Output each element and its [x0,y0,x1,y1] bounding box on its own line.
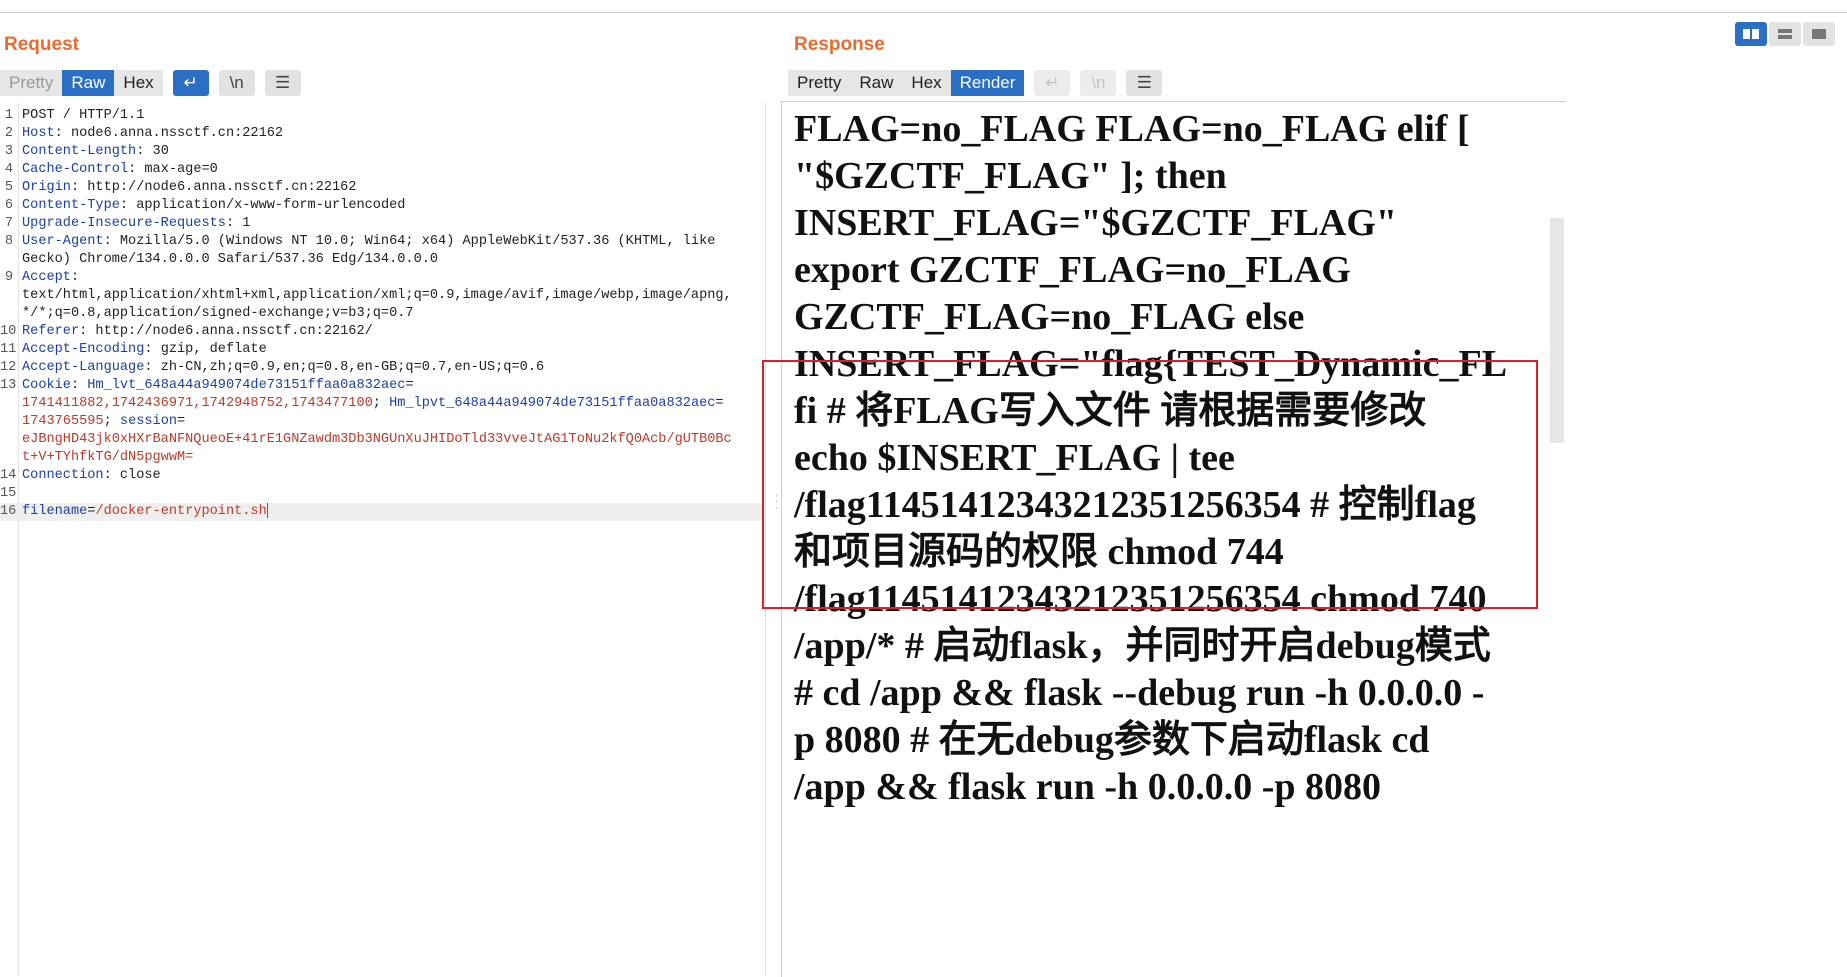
annotation-highlight-box [762,360,1538,609]
line-number: 7 [4,216,13,231]
line-content: */*;q=0.8,application/signed-exchange;v=… [22,306,414,321]
request-line: 1743765595; session= [0,413,763,431]
line-content: Gecko) Chrome/134.0.0.0 Safari/537.36 Ed… [22,252,439,267]
request-line: eJBngHD43jk0xHXrBaNFNQueoE+41rE1GNZawdm3… [0,431,763,449]
line-content: POST / HTTP/1.1 [22,108,145,123]
line-content: Cache-Control: max-age=0 [22,162,218,177]
line-number: 11 [0,342,17,357]
request-line: 10 Referer: http://node6.anna.nssctf.cn:2… [0,323,763,341]
line-content: User-Agent: Mozilla/5.0 (Windows NT 10.0… [22,234,716,249]
line-content: Accept-Language: zh-CN,zh;q=0.9,en;q=0.8… [22,360,545,375]
line-number: 8 [4,234,13,249]
request-line: 4 Cache-Control: max-age=0 [0,161,763,179]
response-toolbar: Pretty Raw Hex Render ↵ \n ☰ [788,70,1163,96]
single-pane-layout-icon[interactable] [1803,22,1835,46]
line-number: 13 [0,378,17,393]
request-tab-pretty[interactable]: Pretty [0,70,63,96]
rendered-line: p 8080 # 在无debug参数下启动flask cd [794,719,1430,761]
rendered-line: # cd /app && flask --debug run -h 0.0.0.… [794,672,1485,714]
request-editor[interactable]: 1 POST / HTTP/1.1 2 Host: node6.anna.nssctf… [0,103,766,976]
rendered-line: INSERT_FLAG="$GZCTF_FLAG" [794,202,1398,244]
top-divider [0,12,1847,13]
response-title: Response [794,34,885,55]
line-content: Upgrade-Insecure-Requests: 1 [22,216,251,231]
line-content: Content-Type: application/x-www-form-url… [22,198,406,213]
request-line: 14 Connection: close [0,467,763,485]
line-content: Accept: [22,270,80,285]
response-tab-render[interactable]: Render [950,70,1025,96]
request-line: 1 POST / HTTP/1.1 [0,107,763,125]
request-line: 2 Host: node6.anna.nssctf.cn:22162 [0,125,763,143]
request-line: 12 Accept-Language: zh-CN,zh;q=0.9,en;q=0… [0,359,763,377]
line-content: Referer: http://node6.anna.nssctf.cn:221… [22,324,373,339]
line-number: 5 [4,180,13,195]
request-line: t+V+TYhfkTG/dN5pgwwM= [0,449,763,467]
split-vertical-layout-icon[interactable] [1735,22,1767,46]
response-tab-pretty[interactable]: Pretty [788,70,851,96]
line-content: Cookie: Hm_lvt_648a44a949074de73151ffaa0… [22,378,414,393]
rendered-line: FLAG=no_FLAG FLAG=no_FLAG elif [ [794,108,1470,150]
rendered-line: GZCTF_FLAG=no_FLAG else [794,296,1305,338]
response-wrap-lines-icon[interactable]: ↵ [1034,70,1071,96]
line-number: 10 [0,324,17,339]
line-content: 1743765595; session= [22,414,186,429]
request-line: 6 Content-Type: application/x-www-form-ur… [0,197,763,215]
line-content: Content-Length: 30 [22,144,169,159]
response-tab-raw[interactable]: Raw [850,70,903,96]
line-number: 12 [0,360,17,375]
line-content: 1741411882,1742436971,1742948752,1743477… [22,396,724,411]
request-toolbar: Pretty Raw Hex ↵ \n ☰ [0,70,301,96]
line-content: Origin: http://node6.anna.nssctf.cn:2216… [22,180,357,195]
request-line: 3 Content-Length: 30 [0,143,763,161]
line-number: 3 [4,144,13,159]
line-number: 15 [0,486,17,501]
rendered-line: /app/* # 启动flask，并同时开启debug模式 [794,625,1491,667]
line-number: 1 [4,108,13,123]
request-line: 16 filename=/docker-entrypoint.sh [0,503,763,521]
rendered-line: /app && flask run -h 0.0.0.0 -p 8080 [794,766,1381,808]
line-number: 9 [4,270,13,285]
split-horizontal-layout-icon[interactable] [1769,22,1801,46]
line-number: 14 [0,468,17,483]
request-line: 8 User-Agent: Mozilla/5.0 (Windows NT 10.… [0,233,763,251]
request-line: */*;q=0.8,application/signed-exchange;v=… [0,305,763,323]
response-show-newlines-button[interactable]: \n [1080,70,1117,96]
request-menu-icon[interactable]: ☰ [264,70,301,96]
line-content: filename=/docker-entrypoint.sh [22,503,268,520]
request-wrap-lines-icon[interactable]: ↵ [172,70,209,96]
line-number: 6 [4,198,13,213]
line-content: t+V+TYhfkTG/dN5pgwwM= [22,450,194,465]
request-tab-raw[interactable]: Raw [62,70,115,96]
rendered-line: "$GZCTF_FLAG" ]; then [794,155,1227,197]
line-content: Accept-Encoding: gzip, deflate [22,342,267,357]
line-number: 2 [4,126,13,141]
request-show-newlines-button[interactable]: \n [218,70,255,96]
request-line: 15 [0,485,763,503]
response-tab-hex[interactable]: Hex [902,70,951,96]
request-title: Request [4,34,79,55]
line-content: Host: node6.anna.nssctf.cn:22162 [22,126,284,141]
request-line: 5 Origin: http://node6.anna.nssctf.cn:221… [0,179,763,197]
request-line: 7 Upgrade-Insecure-Requests: 1 [0,215,763,233]
request-tab-hex[interactable]: Hex [114,70,163,96]
line-number: 16 [0,504,17,519]
request-line: 11 Accept-Encoding: gzip, deflate [0,341,763,359]
response-scrollbar[interactable] [1550,218,1564,443]
rendered-line: export GZCTF_FLAG=no_FLAG [794,249,1351,291]
request-line: 1741411882,1742436971,1742948752,1743477… [0,395,763,413]
request-line: text/html,application/xhtml+xml,applicat… [0,287,763,305]
line-content: eJBngHD43jk0xHXrBaNFNQueoE+41rE1GNZawdm3… [22,432,732,447]
request-line: Gecko) Chrome/134.0.0.0 Safari/537.36 Ed… [0,251,763,269]
response-menu-icon[interactable]: ☰ [1126,70,1163,96]
line-content: Connection: close [22,468,161,483]
request-line: 13 Cookie: Hm_lvt_648a44a949074de73151ffa… [0,377,763,395]
request-line: 9 Accept: [0,269,763,287]
layout-toggle-group [1735,22,1835,46]
line-number: 4 [4,162,13,177]
line-content: text/html,application/xhtml+xml,applicat… [22,288,732,303]
